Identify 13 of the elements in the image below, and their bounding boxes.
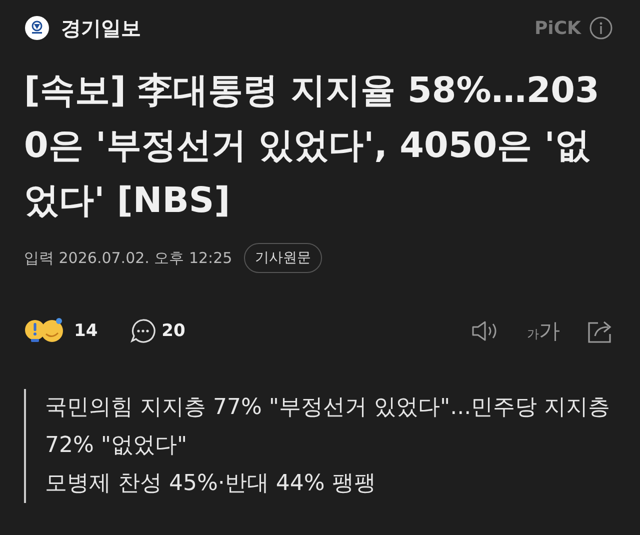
comment-count: 20 xyxy=(162,321,186,341)
info-icon[interactable] xyxy=(589,16,613,40)
reaction-count: 14 xyxy=(74,321,98,341)
publisher-logo-icon xyxy=(25,16,49,40)
font-size-button[interactable]: 가가 xyxy=(527,317,560,345)
original-article-button[interactable]: 기사원문 xyxy=(244,243,322,273)
publish-date: 입력 2026.07.02. 오후 12:25 xyxy=(24,248,232,268)
headline: [속보] 李대통령 지지율 58%…2030은 '부정선거 있었다', 4050은 '없었다' [NBS] xyxy=(24,70,600,223)
publisher-name[interactable]: 경기일보 xyxy=(61,14,141,42)
subtitle-line: 국민의힘 지지층 77% "부정선거 있었다"...민주당 지지층 72% "없었다" xyxy=(45,394,612,460)
subtitle-line: 모병제 찬성 45%·반대 44% 팽팽 xyxy=(45,470,377,498)
comment-icon[interactable] xyxy=(130,318,156,344)
pick-label: PiCK xyxy=(534,18,581,38)
